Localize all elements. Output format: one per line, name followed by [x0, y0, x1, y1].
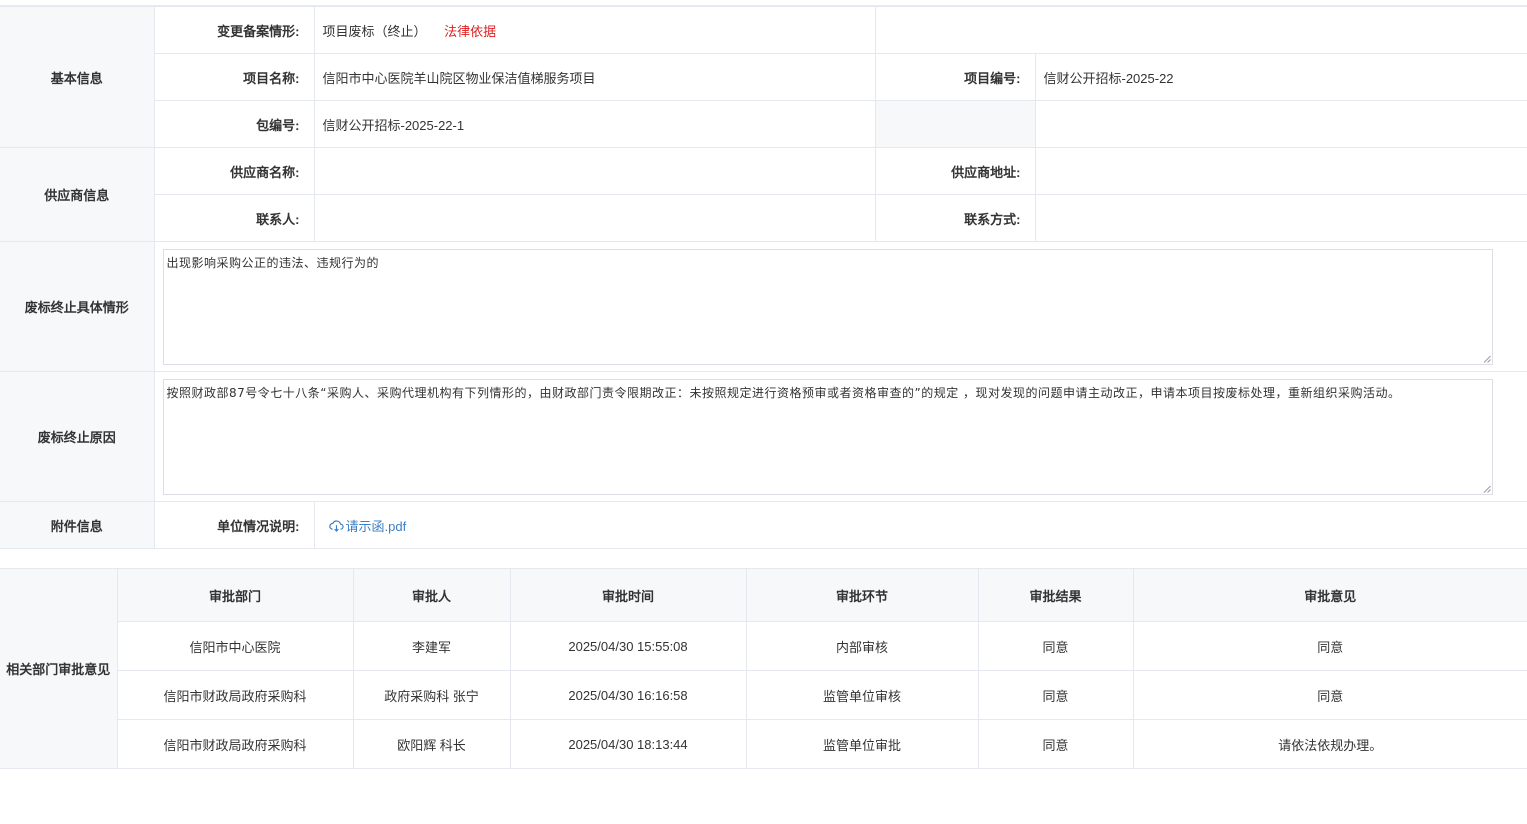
header-approver: 审批人 — [352, 568, 511, 622]
cell-approver: 李建军 — [352, 621, 511, 671]
header-result: 审批结果 — [977, 568, 1134, 622]
cell-stage: 内部审核 — [745, 621, 979, 671]
supplier-name-value — [313, 147, 876, 195]
reason-cell: 按照财政部87号令七十八条“采购人、采购代理机构有下列情形的，由财政部门责令限期… — [153, 371, 1527, 502]
change-type-value: 项目废标（终止） — [322, 23, 427, 39]
resize-grip-icon[interactable] — [1483, 355, 1491, 363]
cell-department: 信阳市财政局政府采购科 — [117, 719, 354, 769]
situation-section-label: 废标终止具体情形 — [0, 241, 155, 372]
reason-section-label: 废标终止原因 — [0, 371, 155, 502]
reason-text: 按照财政部87号令七十八条“采购人、采购代理机构有下列情形的，由财政部门责令限期… — [166, 385, 1401, 400]
supplier-info-section-label: 供应商信息 — [0, 147, 155, 242]
approval-section-label: 相关部门审批意见 — [0, 568, 118, 769]
header-opinion: 审批意见 — [1132, 568, 1527, 622]
project-number-value: 信财公开招标-2025-22 — [1034, 53, 1527, 101]
package-row-blank-label — [874, 100, 1036, 148]
cell-opinion: 同意 — [1132, 621, 1527, 671]
attachment-row: 附件信息 单位情况说明: 请示函.pdf — [0, 501, 1527, 549]
contact-person-value — [313, 194, 876, 242]
attachment-file-link[interactable]: 请示函.pdf — [328, 516, 407, 535]
header-department: 审批部门 — [116, 568, 354, 622]
change-type-label: 变更备案情形: — [153, 6, 315, 54]
project-number-label: 项目编号: — [874, 53, 1036, 101]
change-row: 基本信息 变更备案情形: 项目废标（终止） 法律依据 — [0, 6, 1527, 148]
package-number-label: 包编号: — [154, 100, 315, 148]
contact-method-value — [1034, 194, 1527, 242]
table-row: 信阳市财政局政府采购科 政府采购科 张宁 2025/04/30 16:16:58… — [0, 670, 1527, 720]
change-type-cell: 项目废标（终止） 法律依据 — [313, 6, 876, 54]
cell-result: 同意 — [977, 670, 1134, 720]
basic-info-section-label: 基本信息 — [0, 6, 155, 148]
package-row: 包编号: 信财公开招标-2025-22-1 — [0, 100, 1527, 148]
package-number-value: 信财公开招标-2025-22-1 — [313, 100, 876, 148]
cell-department: 信阳市财政局政府采购科 — [117, 670, 354, 720]
situation-textarea[interactable]: 出现影响采购公正的违法、违规行为的 — [162, 248, 1493, 365]
reason-row: 废标终止原因 按照财政部87号令七十八条“采购人、采购代理机构有下列情形的，由财… — [0, 371, 1527, 502]
attachment-file-name: 请示函.pdf — [345, 518, 407, 534]
record-info-table: 基本信息 变更备案情形: 项目废标（终止） 法律依据 项目名称: 信阳市中心医院… — [0, 6, 1527, 549]
approval-header-row: 相关部门审批意见 审批部门 审批人 审批时间 审批环节 审批结果 审批意见 — [0, 568, 1527, 769]
cell-opinion: 请依法依规办理。 — [1132, 719, 1527, 769]
cell-approver: 政府采购科 张宁 — [352, 670, 511, 720]
resize-grip-icon[interactable] — [1483, 485, 1491, 493]
cell-stage: 监管单位审核 — [745, 670, 979, 720]
cell-time: 2025/04/30 18:13:44 — [509, 719, 747, 769]
supplier-name-row: 供应商信息 供应商名称: 供应商地址: — [0, 147, 1527, 242]
table-row: 信阳市中心医院 李建军 2025/04/30 15:55:08 内部审核 同意 … — [0, 621, 1527, 671]
table-row: 信阳市财政局政府采购科 欧阳辉 科长 2025/04/30 18:13:44 监… — [0, 719, 1527, 769]
contact-method-label: 联系方式: — [874, 194, 1036, 242]
cloud-download-icon — [328, 519, 344, 532]
cell-result: 同意 — [977, 719, 1134, 769]
project-name-value: 信阳市中心医院羊山院区物业保洁值梯服务项目 — [313, 53, 876, 101]
attachment-cell: 请示函.pdf — [313, 501, 1527, 549]
supplier-name-label: 供应商名称: — [153, 147, 315, 195]
unit-explanation-label: 单位情况说明: — [153, 501, 315, 549]
cell-result: 同意 — [977, 621, 1134, 671]
situation-text: 出现影响采购公正的违法、违规行为的 — [166, 255, 380, 270]
cell-opinion: 同意 — [1132, 670, 1527, 720]
supplier-address-label: 供应商地址: — [874, 147, 1036, 195]
approval-table: 相关部门审批意见 审批部门 审批人 审批时间 审批环节 审批结果 审批意见 信阳… — [0, 568, 1527, 769]
cell-approver: 欧阳辉 科长 — [352, 719, 511, 769]
cell-stage: 监管单位审批 — [745, 719, 979, 769]
header-stage: 审批环节 — [745, 568, 979, 622]
contact-person-label: 联系人: — [154, 194, 315, 242]
cell-time: 2025/04/30 16:16:58 — [509, 670, 747, 720]
attachment-section-label: 附件信息 — [0, 501, 155, 549]
situation-row: 废标终止具体情形 出现影响采购公正的违法、违规行为的 — [0, 241, 1527, 372]
project-name-label: 项目名称: — [154, 53, 315, 101]
cell-department: 信阳市中心医院 — [117, 621, 354, 671]
project-name-row: 项目名称: 信阳市中心医院羊山院区物业保洁值梯服务项目 项目编号: 信财公开招标… — [0, 53, 1527, 101]
supplier-contact-row: 联系人: 联系方式: — [0, 194, 1527, 242]
reason-textarea[interactable]: 按照财政部87号令七十八条“采购人、采购代理机构有下列情形的，由财政部门责令限期… — [162, 378, 1493, 495]
change-row-blank — [874, 6, 1527, 54]
cell-time: 2025/04/30 15:55:08 — [509, 621, 747, 671]
supplier-address-value — [1034, 147, 1527, 195]
header-time: 审批时间 — [509, 568, 747, 622]
situation-cell: 出现影响采购公正的违法、违规行为的 — [153, 241, 1527, 372]
package-row-blank-value — [1034, 100, 1527, 148]
legal-basis-link[interactable]: 法律依据 — [444, 24, 496, 39]
